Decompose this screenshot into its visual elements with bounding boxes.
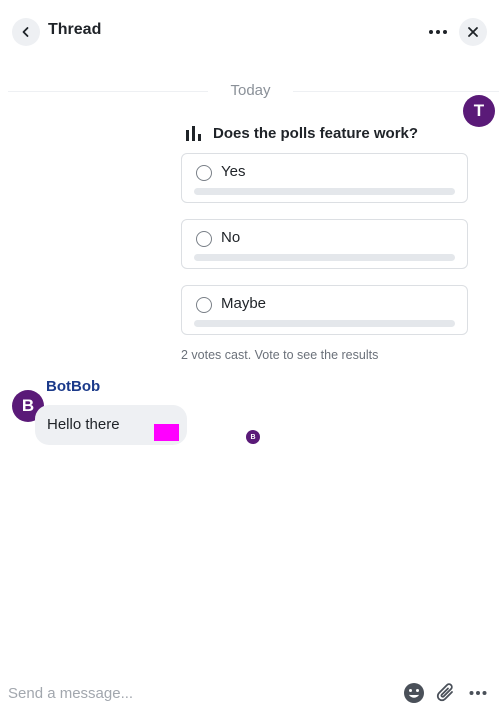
- message-text: Hello there: [47, 416, 120, 433]
- close-icon: [468, 27, 478, 37]
- thread-header: Thread: [0, 0, 499, 64]
- poll-option-progress: [194, 188, 455, 195]
- divider: [8, 91, 208, 92]
- attach-button[interactable]: [435, 682, 457, 704]
- avatar[interactable]: T: [463, 95, 495, 127]
- radio-button[interactable]: [196, 165, 212, 181]
- radio-button[interactable]: [196, 231, 212, 247]
- more-horizontal-icon: [429, 30, 447, 34]
- emoji-button[interactable]: [403, 682, 425, 704]
- poll-option-label: Yes: [221, 163, 246, 180]
- poll-option-progress: [194, 254, 455, 261]
- thread-title: Thread: [48, 21, 102, 38]
- emoji-icon: [404, 683, 424, 703]
- poll-option-yes[interactable]: Yes: [181, 153, 468, 203]
- poll-option-maybe[interactable]: Maybe: [181, 285, 468, 335]
- poll-question-text: Does the polls feature work?: [213, 124, 419, 142]
- more-horizontal-icon: [469, 691, 487, 695]
- thread-options-button[interactable]: [424, 18, 452, 46]
- poll-option-label: No: [221, 229, 241, 246]
- bar-chart-icon: [186, 126, 201, 141]
- message-bubble[interactable]: Hello there: [35, 405, 187, 445]
- close-button[interactable]: [459, 18, 487, 46]
- highlight-marker: [154, 424, 179, 441]
- composer-more-button[interactable]: [467, 682, 489, 704]
- poll-option-no[interactable]: No: [181, 219, 468, 269]
- radio-button[interactable]: [196, 297, 212, 313]
- message-input[interactable]: [8, 680, 388, 706]
- date-separator: Today: [8, 80, 499, 102]
- poll-option-progress: [194, 320, 455, 327]
- date-separator-label: Today: [230, 82, 271, 99]
- paperclip-icon: [436, 683, 453, 702]
- read-receipt-avatar: B: [246, 430, 260, 444]
- poll-question: Does the polls feature work?: [185, 122, 455, 144]
- poll-status-text: 2 votes cast. Vote to see the results: [181, 348, 379, 362]
- chevron-left-icon: [22, 27, 29, 37]
- divider: [293, 91, 499, 92]
- poll-option-label: Maybe: [221, 295, 267, 312]
- message-composer: [0, 670, 499, 720]
- back-button[interactable]: [12, 18, 40, 46]
- message-sender-name[interactable]: BotBob: [46, 378, 100, 395]
